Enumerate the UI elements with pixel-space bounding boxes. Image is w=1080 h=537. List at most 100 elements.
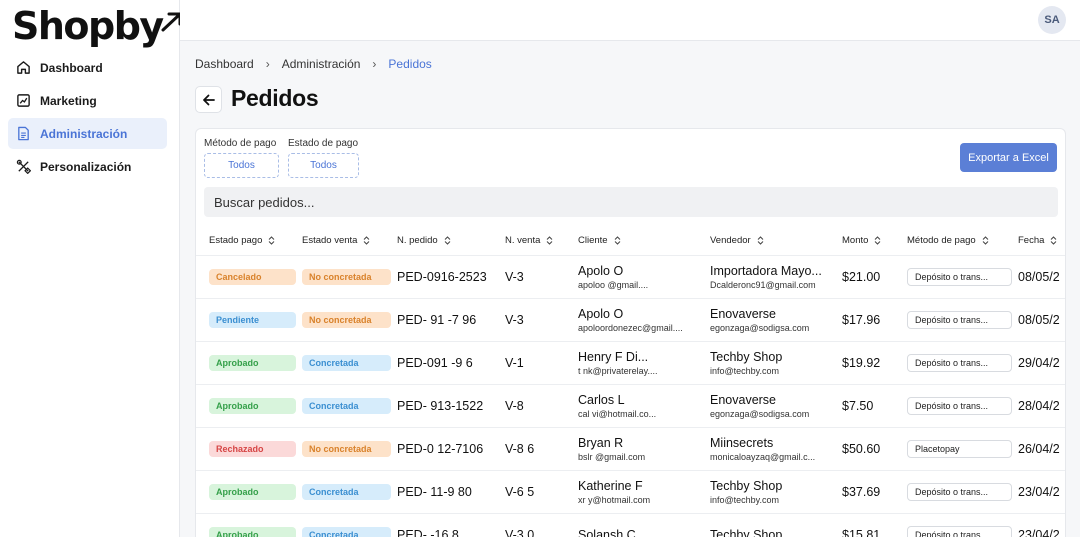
- client-name: Apolo O: [578, 307, 624, 321]
- top-bar: SA: [180, 0, 1080, 41]
- client-name: Katherine F: [578, 479, 643, 493]
- column-label: N. venta: [505, 234, 541, 246]
- order-number[interactable]: PED- 91 -7 96: [397, 313, 499, 327]
- col-vendedor-cell: Importadora Mayo... Dcalderonc91@gmail.co…: [710, 256, 836, 298]
- sidebar-item-marketing[interactable]: Marketing: [8, 85, 167, 116]
- table-row[interactable]: Aprobado Concretada PED-091 -9 6 V-1 Henry F…: [196, 341, 1065, 384]
- col-cliente-cell: Apolo O apoloo @gmail....: [578, 256, 704, 298]
- arrow-left-icon: [202, 94, 215, 105]
- chart-icon: [15, 93, 31, 109]
- col-estado-pago-cell: Aprobado: [209, 471, 296, 513]
- sidebar-item-dashboard[interactable]: Dashboard: [8, 52, 167, 83]
- amount: $37.69: [842, 485, 881, 499]
- col-n-venta-cell: V-6 5: [505, 471, 572, 513]
- table-row[interactable]: Aprobado Concretada PED- 11-9 80 V-6 5 Kathe…: [196, 470, 1065, 513]
- col-n-pedido-cell: PED- -16 8: [397, 514, 499, 537]
- breadcrumb-pedidos: Pedidos: [388, 57, 432, 71]
- col-estado-pago-cell: Cancelado: [209, 256, 296, 298]
- col-n-pedido-cell: PED-0916-2523: [397, 256, 499, 298]
- order-date: 28/04/2: [1018, 399, 1060, 413]
- order-number[interactable]: PED-0 12-7106: [397, 442, 499, 456]
- table-row[interactable]: Aprobado Concretada PED- -16 8 V-3 0 Solansh…: [196, 513, 1065, 537]
- col-n-venta-cell: V-8: [505, 385, 572, 427]
- order-number[interactable]: PED- 913-1522: [397, 399, 499, 413]
- sale-number: V-3: [505, 313, 524, 327]
- col-metodo-pago-cell: Depósito o trans...: [907, 256, 1012, 298]
- payment-method-badge: Depósito o trans...: [907, 483, 1012, 501]
- sidebar-item-label: Administración: [40, 126, 128, 141]
- col-metodo-pago-cell: Depósito o trans...: [907, 385, 1012, 427]
- col-vendedor-cell: Enovaverse egonzaga@sodigsa.com: [710, 299, 836, 341]
- client-email: t nk@privaterelay....: [578, 366, 658, 376]
- col-vendedor-cell: Techby Shop info@techby.com: [710, 471, 836, 513]
- col-metodo-pago-header[interactable]: Método de pago: [907, 227, 989, 253]
- sale-status-badge: Concretada: [302, 484, 391, 500]
- col-n-venta-header[interactable]: N. venta: [505, 227, 553, 253]
- seller-name: Enovaverse: [710, 393, 777, 407]
- sort-icon: [757, 235, 764, 245]
- column-label: Método de pago: [907, 234, 976, 246]
- payment-status-badge: Aprobado: [209, 484, 296, 500]
- payment-status-select[interactable]: Todos: [288, 153, 359, 178]
- col-monto-cell: $19.92: [842, 342, 901, 384]
- col-vendedor-header[interactable]: Vendedor: [710, 227, 764, 253]
- chevron-right-icon: ›: [372, 57, 377, 71]
- payment-method-badge: Depósito o trans...: [907, 311, 1012, 329]
- sale-number: V-8: [505, 399, 524, 413]
- payment-method-select[interactable]: Todos: [204, 153, 279, 178]
- sort-icon: [614, 235, 621, 245]
- sidebar-item-personalizacion[interactable]: Personalización: [8, 151, 167, 182]
- col-cliente-header[interactable]: Cliente: [578, 227, 621, 253]
- order-date: 23/04/2: [1018, 528, 1060, 537]
- order-number[interactable]: PED-091 -9 6: [397, 356, 499, 370]
- order-date: 26/04/2: [1018, 442, 1060, 456]
- payment-status-badge: Pendiente: [209, 312, 296, 328]
- col-monto-cell: $37.69: [842, 471, 901, 513]
- payment-method-badge: Placetopay: [907, 440, 1012, 458]
- col-estado-venta-cell: Concretada: [302, 514, 391, 537]
- col-estado-pago-cell: Pendiente: [209, 299, 296, 341]
- col-estado-venta-cell: No concretada: [302, 428, 391, 470]
- table-row[interactable]: Cancelado No concretada PED-0916-2523 V-3 Ap…: [196, 255, 1065, 298]
- order-number[interactable]: PED- -16 8: [397, 528, 499, 537]
- breadcrumb-administracion[interactable]: Administración: [282, 57, 361, 71]
- logo-text: Shopby: [12, 4, 164, 48]
- col-monto-cell: $17.96: [842, 299, 901, 341]
- sale-number: V-8 6: [505, 442, 535, 456]
- col-fecha-header[interactable]: Fecha: [1018, 227, 1057, 253]
- order-number[interactable]: PED- 11-9 80: [397, 485, 499, 499]
- search-input[interactable]: Buscar pedidos...: [204, 187, 1058, 217]
- sidebar-item-administracion[interactable]: Administración: [8, 118, 167, 149]
- seller-email: monicaloayzaq@gmail.c...: [710, 452, 816, 462]
- col-estado-pago-cell: Rechazado: [209, 428, 296, 470]
- col-estado-venta-header[interactable]: Estado venta: [302, 227, 370, 253]
- shopby-logo[interactable]: Shopby: [12, 4, 183, 48]
- order-date: 29/04/2: [1018, 356, 1060, 370]
- col-n-pedido-header[interactable]: N. pedido: [397, 227, 451, 253]
- col-estado-pago-cell: Aprobado: [209, 385, 296, 427]
- seller-name: Miinsecrets: [710, 436, 774, 450]
- col-estado-pago-header[interactable]: Estado pago: [209, 227, 275, 253]
- column-label: Fecha: [1018, 234, 1045, 246]
- export-excel-button[interactable]: Exportar a Excel: [960, 143, 1057, 172]
- order-number[interactable]: PED-0916-2523: [397, 270, 499, 284]
- col-metodo-pago-cell: Depósito o trans...: [907, 514, 1012, 537]
- back-button[interactable]: [195, 86, 222, 113]
- avatar[interactable]: SA: [1038, 6, 1066, 34]
- col-n-venta-cell: V-3: [505, 256, 572, 298]
- col-monto-header[interactable]: Monto: [842, 227, 881, 253]
- col-n-pedido-cell: PED-0 12-7106: [397, 428, 499, 470]
- column-label: Cliente: [578, 234, 608, 246]
- client-name: Bryan R: [578, 436, 624, 450]
- payment-method-badge: Depósito o trans...: [907, 268, 1012, 286]
- breadcrumb-dashboard[interactable]: Dashboard: [195, 57, 254, 71]
- order-date: 08/05/2: [1018, 270, 1060, 284]
- column-label: Estado pago: [209, 234, 263, 246]
- table-row[interactable]: Aprobado Concretada PED- 913-1522 V-8 Carlos…: [196, 384, 1065, 427]
- table-row[interactable]: Rechazado No concretada PED-0 12-7106 V-8 6…: [196, 427, 1065, 470]
- payment-method-badge: Depósito o trans...: [907, 354, 1012, 372]
- payment-method-badge: Depósito o trans...: [907, 397, 1012, 415]
- table-row[interactable]: Pendiente No concretada PED- 91 -7 96 V-3 Ap…: [196, 298, 1065, 341]
- col-n-venta-cell: V-3: [505, 299, 572, 341]
- column-label: Estado venta: [302, 234, 358, 246]
